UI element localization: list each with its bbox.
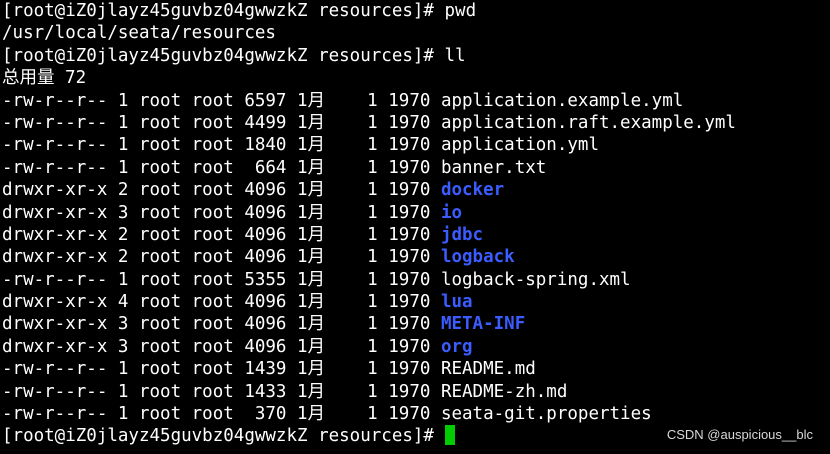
listing-row: drwxr-xr-x 2 root root 4096 1月 1 1970 do… [2, 179, 830, 201]
file-meta: drwxr-xr-x 2 root root 4096 1月 1 1970 [2, 224, 441, 245]
total-size-line: 总用量 72 [2, 68, 87, 89]
terminal-window[interactable]: [root@iZ0jlayz45guvbz04gwwzkZ resources]… [0, 0, 830, 454]
directory-name: META-INF [440, 314, 526, 335]
file-meta: drwxr-xr-x 4 root root 4096 1月 1 1970 [2, 292, 441, 313]
directory-name: lua [440, 292, 473, 313]
listing-row: -rw-r--r-- 1 root root 370 1月 1 1970 sea… [2, 403, 830, 425]
file-meta: -rw-r--r-- 1 root root 5355 1月 1 1970 [2, 269, 441, 290]
listing-row: -rw-r--r-- 1 root root 664 1月 1 1970 ban… [2, 157, 830, 179]
file-name: logback-spring.xml [440, 269, 631, 290]
listing-row: drwxr-xr-x 2 root root 4096 1月 1 1970 jd… [2, 224, 830, 246]
listing-row: drwxr-xr-x 4 root root 4096 1月 1 1970 lu… [2, 291, 830, 313]
listing-row: drwxr-xr-x 2 root root 4096 1月 1 1970 lo… [2, 246, 830, 268]
file-name: banner.txt [440, 157, 547, 178]
listing-row: -rw-r--r-- 1 root root 1840 1月 1 1970 ap… [2, 134, 830, 156]
listing-row: -rw-r--r-- 1 root root 4499 1月 1 1970 ap… [2, 112, 830, 134]
listing-row: -rw-r--r-- 1 root root 5355 1月 1 1970 lo… [2, 269, 830, 291]
directory-name: jdbc [440, 224, 484, 245]
file-name: application.example.yml [440, 90, 684, 111]
listing-row: drwxr-xr-x 3 root root 4096 1月 1 1970 or… [2, 336, 830, 358]
file-name: README-zh.md [440, 381, 568, 402]
directory-name: io [440, 202, 463, 223]
listing-row: -rw-r--r-- 1 root root 1439 1月 1 1970 RE… [2, 358, 830, 380]
listing-row: drwxr-xr-x 3 root root 4096 1月 1 1970 ME… [2, 313, 830, 335]
shell-prompt: [root@iZ0jlayz45guvbz04gwwzkZ resources]… [2, 1, 445, 21]
file-meta: drwxr-xr-x 2 root root 4096 1月 1 1970 [2, 180, 441, 201]
file-meta: drwxr-xr-x 2 root root 4096 1月 1 1970 [2, 247, 441, 268]
command-line-pwd: [root@iZ0jlayz45guvbz04gwwzkZ resources]… [2, 0, 830, 22]
directory-name: org [440, 336, 473, 357]
file-name: application.raft.example.yml [440, 112, 736, 133]
listing-row: -rw-r--r-- 1 root root 1433 1月 1 1970 RE… [2, 381, 830, 403]
file-meta: -rw-r--r-- 1 root root 664 1月 1 1970 [2, 157, 441, 178]
file-meta: drwxr-xr-x 3 root root 4096 1月 1 1970 [2, 202, 441, 223]
listing-row: drwxr-xr-x 3 root root 4096 1月 1 1970 io [2, 202, 830, 224]
pwd-output: /usr/local/seata/resources [2, 23, 276, 44]
listing-row: -rw-r--r-- 1 root root 6597 1月 1 1970 ap… [2, 90, 830, 112]
file-name: application.yml [440, 135, 599, 156]
listing-output: -rw-r--r-- 1 root root 6597 1月 1 1970 ap… [2, 90, 830, 426]
file-meta: drwxr-xr-x 3 root root 4096 1月 1 1970 [2, 314, 441, 335]
file-meta: -rw-r--r-- 1 root root 370 1月 1 1970 [2, 404, 441, 425]
file-meta: -rw-r--r-- 1 root root 6597 1月 1 1970 [2, 90, 441, 111]
command-line-ll: [root@iZ0jlayz45guvbz04gwwzkZ resources]… [2, 45, 830, 67]
file-meta: -rw-r--r-- 1 root root 1439 1月 1 1970 [2, 359, 441, 380]
file-meta: -rw-r--r-- 1 root root 1433 1月 1 1970 [2, 381, 441, 402]
directory-name: logback [440, 247, 515, 268]
file-meta: drwxr-xr-x 3 root root 4096 1月 1 1970 [2, 336, 441, 357]
text-cursor[interactable] [444, 425, 455, 446]
file-meta: -rw-r--r-- 1 root root 4499 1月 1 1970 [2, 112, 441, 133]
shell-prompt: [root@iZ0jlayz45guvbz04gwwzkZ resources]… [2, 45, 445, 66]
file-name: seata-git.properties [440, 404, 652, 425]
command-text: pwd [444, 1, 477, 21]
directory-name: docker [440, 180, 505, 201]
shell-prompt: [root@iZ0jlayz45guvbz04gwwzkZ resources]… [2, 426, 445, 447]
watermark: CSDN @auspicious__blc [666, 426, 813, 442]
command-text: ll [444, 45, 466, 66]
file-meta: -rw-r--r-- 1 root root 1840 1月 1 1970 [2, 135, 441, 156]
file-name: README.md [440, 359, 536, 380]
